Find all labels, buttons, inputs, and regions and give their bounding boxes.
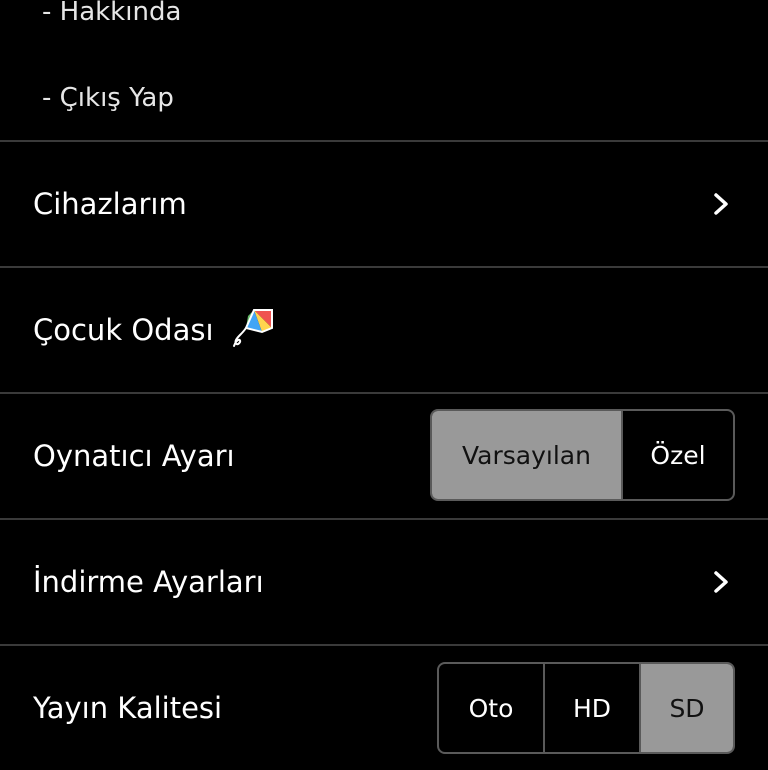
player-option-default[interactable]: Varsayılan	[432, 411, 621, 499]
settings-row-kids-room[interactable]: Çocuk Odası	[0, 266, 768, 392]
kite-icon	[232, 309, 273, 347]
player-segmented-control: Varsayılan Özel	[430, 409, 735, 501]
quality-option-hd[interactable]: HD	[543, 664, 639, 752]
menu-item-about[interactable]: - Hakkında	[42, 0, 181, 27]
settings-row-download[interactable]: İndirme Ayarları	[0, 518, 768, 644]
settings-row-quality: Yayın Kalitesi Oto HD SD	[0, 644, 768, 770]
chevron-right-icon	[714, 571, 728, 593]
chevron-right-icon	[714, 193, 728, 215]
menu-item-label: - Hakkında	[42, 0, 182, 27]
player-option-custom[interactable]: Özel	[621, 411, 733, 499]
settings-row-devices[interactable]: Cihazlarım	[0, 140, 768, 266]
row-label: İndirme Ayarları	[33, 565, 264, 599]
row-label-wrapper: Çocuk Odası	[33, 268, 276, 392]
row-label: Yayın Kalitesi	[33, 691, 223, 725]
menu-item-label: - Çıkış Yap	[42, 83, 174, 113]
quality-option-auto[interactable]: Oto	[439, 664, 543, 752]
row-label: Cihazlarım	[33, 187, 187, 221]
menu-item-logout[interactable]: - Çıkış Yap	[42, 83, 174, 113]
quality-segmented-control: Oto HD SD	[437, 662, 735, 754]
row-label: Çocuk Odası	[33, 313, 214, 347]
row-label: Oynatıcı Ayarı	[33, 439, 235, 473]
quality-option-sd[interactable]: SD	[639, 664, 733, 752]
settings-row-player: Oynatıcı Ayarı Varsayılan Özel	[0, 392, 768, 518]
